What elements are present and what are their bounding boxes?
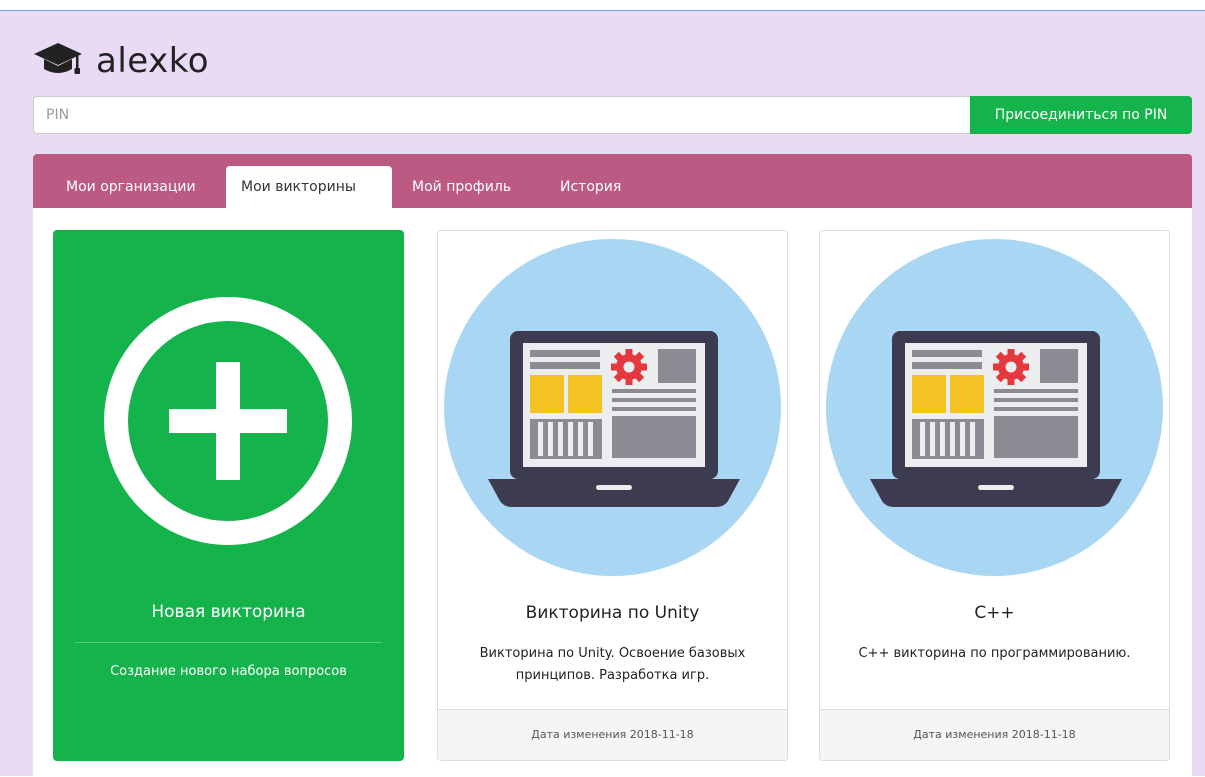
laptop-illustration-icon	[826, 239, 1163, 576]
tab-my-quizzes[interactable]: Мои викторины	[226, 166, 392, 208]
quiz-modified-date: Дата изменения 2018-11-18	[820, 709, 1169, 760]
pin-join-form: Присоединиться по PIN	[33, 96, 1192, 134]
quiz-description: Викторина по Unity. Освоение базовых при…	[479, 646, 746, 683]
graduation-cap-icon	[32, 39, 84, 83]
new-quiz-card[interactable]: Новая викторина Создание нового набора в…	[53, 230, 404, 761]
quiz-title: C++	[974, 603, 1015, 623]
tabs-bar: Мои организации Мои викторины Мой профил…	[33, 154, 1192, 208]
divider	[75, 642, 382, 643]
quiz-card-cpp[interactable]: C++ C++ викторина по программированию. Д…	[819, 230, 1170, 761]
brand[interactable]: alexko	[32, 41, 209, 81]
join-by-pin-button[interactable]: Присоединиться по PIN	[970, 96, 1192, 134]
quiz-modified-date: Дата изменения 2018-11-18	[438, 709, 787, 760]
quiz-title: Викторина по Unity	[525, 603, 700, 623]
new-quiz-title: Новая викторина	[151, 602, 306, 622]
quiz-card-unity[interactable]: Викторина по Unity Викторина по Unity. О…	[437, 230, 788, 761]
tab-organizations[interactable]: Мои организации	[51, 166, 211, 208]
laptop-illustration-icon	[444, 239, 781, 576]
tab-history[interactable]: История	[545, 166, 636, 208]
new-quiz-description: Создание нового набора вопросов	[110, 664, 347, 679]
plus-circle-icon	[103, 296, 353, 546]
pin-input[interactable]	[33, 96, 970, 134]
main-panel: Мои организации Мои викторины Мой профил…	[33, 154, 1192, 777]
quiz-description: C++ викторина по программированию.	[858, 646, 1131, 661]
tab-profile[interactable]: Мой профиль	[397, 166, 526, 208]
brand-name: alexko	[96, 41, 210, 81]
app-frame: alexko Присоединиться по PIN Мои организ…	[0, 10, 1205, 777]
